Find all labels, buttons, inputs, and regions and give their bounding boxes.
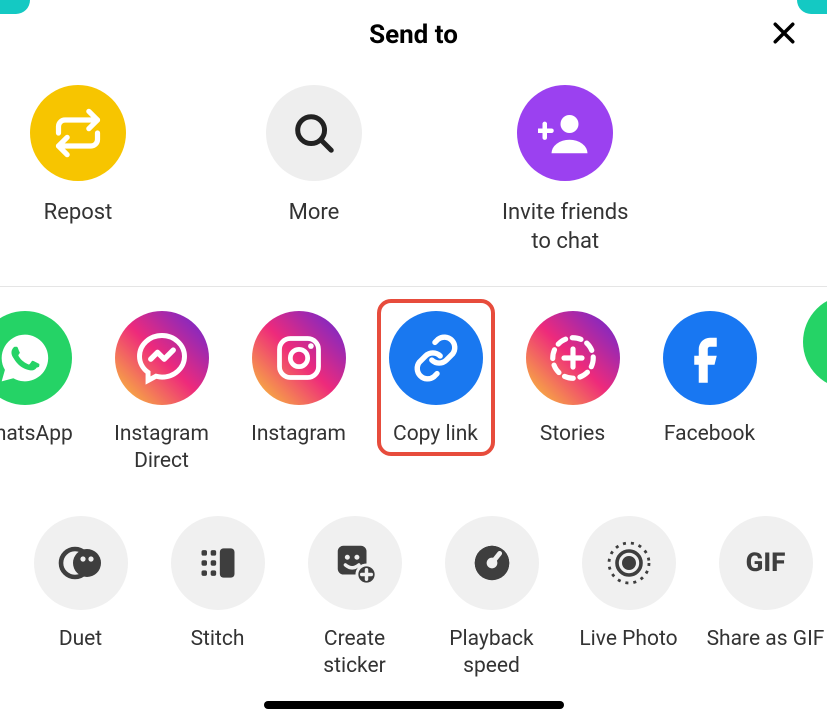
invite-friends-label: Invite friends to chat: [502, 199, 629, 256]
invite-friends-button[interactable]: Invite friends to chat: [502, 85, 629, 256]
speedometer-icon: [445, 516, 539, 610]
whatsapp-icon: [0, 311, 72, 405]
duet-button[interactable]: Duet: [12, 516, 149, 653]
live-photo-label: Live Photo: [579, 626, 677, 653]
invite-friends-icon: [517, 85, 613, 181]
gif-icon: GIF: [719, 516, 813, 610]
stories-button[interactable]: Stories: [504, 311, 641, 448]
stories-label: Stories: [540, 421, 605, 448]
stitch-label: Stitch: [191, 626, 245, 653]
sticker-icon: [308, 516, 402, 610]
home-indicator[interactable]: [264, 701, 564, 709]
facebook-icon: [663, 311, 757, 405]
instagram-button[interactable]: Instagram: [230, 311, 367, 448]
duet-label: Duet: [59, 626, 102, 653]
live-photo-button[interactable]: Live Photo: [560, 516, 697, 653]
duet-icon: [34, 516, 128, 610]
close-icon: [769, 18, 799, 48]
stitch-icon: [171, 516, 265, 610]
instagram-direct-button[interactable]: Instagram Direct: [93, 311, 230, 476]
more-label: More: [289, 199, 340, 228]
close-button[interactable]: [769, 18, 799, 52]
search-icon: [266, 85, 362, 181]
copy-link-button[interactable]: Copy link: [367, 311, 504, 452]
highlight-box: Copy link: [377, 299, 495, 456]
bottom-actions-row: Duet Stitch: [0, 500, 827, 681]
top-actions-row: Repost More Invite friends to chat: [0, 70, 827, 286]
instagram-direct-label: Instagram Direct: [114, 421, 209, 476]
repost-icon: [30, 85, 126, 181]
share-gif-label: Share as GIF: [707, 626, 825, 653]
stitch-button[interactable]: Stitch: [149, 516, 286, 653]
whatsapp-button[interactable]: WhatsApp: [0, 311, 93, 448]
link-icon: [389, 311, 483, 405]
stories-icon: [526, 311, 620, 405]
live-photo-icon: [582, 516, 676, 610]
share-gif-button[interactable]: GIF Share as GIF: [697, 516, 827, 653]
instagram-icon: [252, 311, 346, 405]
sheet-title: Send to: [369, 20, 458, 50]
repost-button[interactable]: Repost: [30, 85, 126, 228]
sheet-header: Send to: [0, 0, 827, 70]
more-button[interactable]: More: [266, 85, 362, 228]
facebook-label: Facebook: [664, 421, 755, 448]
create-sticker-button[interactable]: Create sticker: [286, 516, 423, 681]
share-targets-row: WhatsApp Instagram Direct Instagram: [0, 287, 827, 500]
playback-speed-label: Playback speed: [449, 626, 533, 681]
copy-link-label: Copy link: [389, 421, 483, 448]
playback-speed-button[interactable]: Playback speed: [423, 516, 560, 681]
repost-label: Repost: [44, 199, 113, 228]
create-sticker-label: Create sticker: [323, 626, 386, 681]
whatsapp-label: WhatsApp: [0, 421, 73, 448]
instagram-label: Instagram: [251, 421, 346, 448]
messenger-icon: [115, 311, 209, 405]
facebook-button[interactable]: Facebook: [641, 311, 778, 448]
